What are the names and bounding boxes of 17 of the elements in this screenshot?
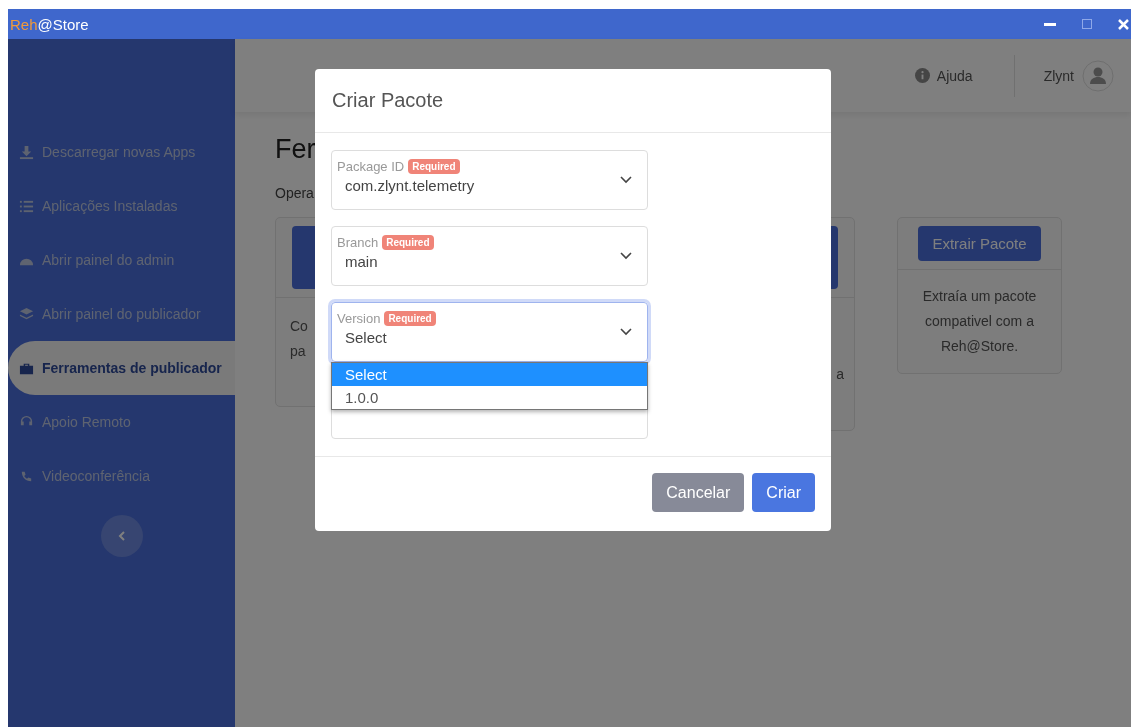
field-value: com.zlynt.telemetry <box>344 176 476 194</box>
field-value: Select <box>344 328 388 346</box>
modal-title: Criar Pacote <box>332 89 444 112</box>
field-label: Version <box>337 311 381 326</box>
required-badge: Required <box>384 311 436 326</box>
field-value: main <box>344 252 379 270</box>
card-text: a <box>836 365 844 384</box>
page-subtitle: Opera <box>275 185 314 201</box>
card-text: pa <box>290 342 306 361</box>
card-text: Co <box>290 317 308 336</box>
field-label: Package ID <box>337 159 405 174</box>
app-logo: Reh@Store <box>9 15 89 33</box>
page-title: Fer <box>275 133 317 165</box>
required-badge: Required <box>382 235 434 250</box>
card-description: Extraía um pacote compativel com a Reh@Store. <box>921 287 1038 356</box>
field-label: Branch <box>337 235 379 250</box>
required-badge: Required <box>408 159 460 174</box>
